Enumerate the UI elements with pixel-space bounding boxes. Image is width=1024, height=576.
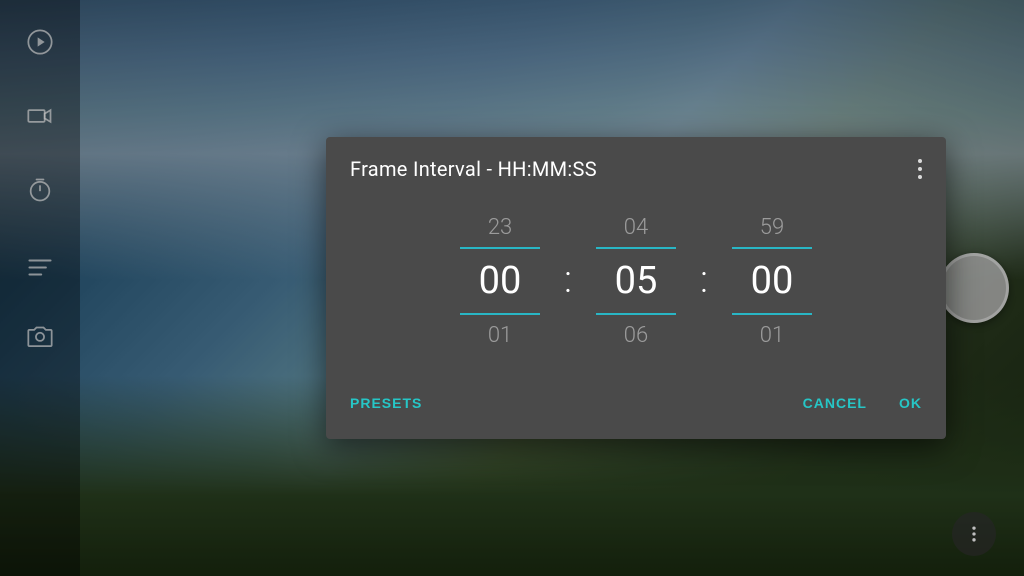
- hours-current[interactable]: 00: [479, 249, 522, 313]
- minutes-above: 04: [624, 207, 648, 247]
- minutes-column: 04 05 06: [576, 207, 696, 355]
- time-picker: 23 00 01 : 04 05 06 : 59 00 01: [326, 197, 946, 375]
- dialog-title: Frame Interval - HH:MM:SS: [350, 157, 597, 181]
- frame-interval-dialog: Frame Interval - HH:MM:SS 23 00 01 : 04 …: [326, 137, 946, 439]
- separator-1: :: [564, 258, 572, 304]
- hours-column: 23 00 01: [440, 207, 560, 355]
- hours-below: 01: [488, 315, 512, 355]
- presets-button[interactable]: PRESETS: [342, 383, 430, 423]
- seconds-above: 59: [760, 207, 784, 247]
- seconds-current[interactable]: 00: [751, 249, 794, 313]
- minutes-below: 06: [624, 315, 648, 355]
- separator-2: :: [700, 258, 708, 304]
- footer-right-buttons: CANCEL OK: [787, 383, 930, 423]
- minutes-current[interactable]: 05: [615, 249, 658, 313]
- dialog-footer: PRESETS CANCEL OK: [326, 375, 946, 439]
- dialog-header: Frame Interval - HH:MM:SS: [326, 137, 946, 197]
- cancel-button[interactable]: CANCEL: [787, 383, 883, 423]
- ok-button[interactable]: OK: [891, 383, 930, 423]
- seconds-column: 59 00 01: [712, 207, 832, 355]
- dialog-more-icon[interactable]: [918, 159, 922, 179]
- hours-above: 23: [488, 207, 512, 247]
- seconds-below: 01: [760, 315, 784, 355]
